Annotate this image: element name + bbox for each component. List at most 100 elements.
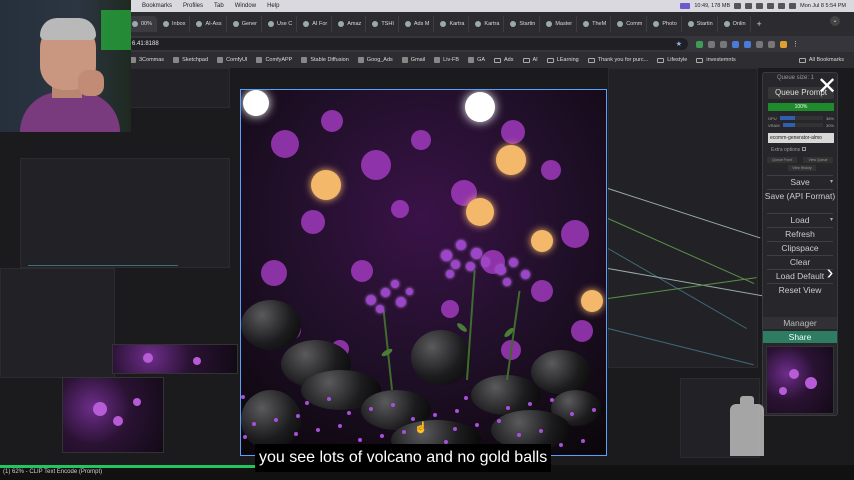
browser-tab[interactable]: Onlin [720, 16, 751, 32]
battery-icon[interactable] [756, 3, 764, 9]
manager-button[interactable]: Manager [763, 317, 837, 329]
petal [252, 422, 256, 426]
browser-tab[interactable]: Startin [506, 16, 541, 32]
bookmark-item[interactable]: Sketchpad [173, 57, 208, 63]
menubar-item[interactable]: Profiles [183, 3, 203, 9]
view-queue-button[interactable]: View Queue [803, 157, 833, 163]
bokeh-light [321, 110, 343, 132]
browser-tab[interactable]: AI For [299, 16, 333, 32]
bookmark-item[interactable]: Goog_Ads [357, 57, 393, 63]
queue-front-button[interactable]: Queue Front [767, 157, 797, 163]
extension-icon[interactable] [708, 40, 715, 48]
search-icon[interactable] [778, 3, 786, 9]
favicon-icon [196, 21, 203, 27]
vram-meter: VRAM 30% [768, 122, 834, 128]
bookmark-item[interactable]: Ads [494, 57, 514, 63]
petal [380, 434, 384, 438]
extension-icon[interactable] [744, 40, 751, 48]
browser-tab[interactable]: Master [542, 16, 578, 32]
browser-tab[interactable]: Comm [613, 16, 648, 32]
save-button[interactable]: Save ▾ [763, 177, 837, 187]
url-input[interactable]: 6.41:8188 ★ [128, 38, 688, 50]
bookmark-item[interactable]: Gmail [401, 57, 425, 63]
browser-tab[interactable]: Inbox [159, 16, 191, 32]
tab-label: AI For [312, 21, 328, 27]
favicon-icon [510, 21, 517, 27]
cloud-icon[interactable] [745, 3, 753, 9]
control-center-icon[interactable] [789, 3, 797, 9]
browser-tab[interactable]: AI-Ass [192, 16, 227, 32]
screen-record-icon[interactable] [680, 3, 691, 9]
graph-node[interactable] [0, 268, 115, 378]
bookmark-item[interactable]: Stable Diffusion [301, 57, 349, 63]
bookmark-favicon-icon [468, 57, 475, 63]
extra-options-toggle[interactable]: Extra options [771, 147, 807, 153]
browser-tab[interactable]: Startin [684, 16, 718, 32]
browser-tab[interactable]: Photo [649, 16, 682, 32]
image-thumbnail[interactable] [62, 377, 164, 453]
browser-tab[interactable]: 00% [128, 16, 158, 32]
puzzle-icon[interactable] [756, 40, 763, 48]
lightbox-image[interactable] [240, 89, 607, 456]
new-tab-button[interactable]: + [757, 19, 762, 29]
favicon-icon [404, 21, 411, 27]
bokeh-light [581, 290, 603, 312]
chevron-down-icon[interactable]: ⌄ [830, 16, 840, 26]
close-icon[interactable]: ✕ [816, 75, 838, 99]
bookmark-favicon-icon [256, 57, 263, 63]
bookmark-item[interactable]: investemnts [696, 57, 736, 63]
menubar-item[interactable]: Tab [214, 3, 224, 9]
pen-icon[interactable] [734, 3, 742, 9]
bookmark-item[interactable]: 3Commas [130, 57, 164, 63]
extension-icon[interactable] [732, 40, 739, 48]
save-api-button[interactable]: Save (API Format) [763, 191, 837, 201]
browser-tab[interactable]: Ads M [401, 16, 435, 32]
bookmark-item[interactable]: ComfyUI [217, 57, 247, 63]
menubar-item[interactable]: Bookmarks [142, 3, 172, 9]
browser-tab[interactable]: TSHI [368, 16, 399, 32]
bookmark-item[interactable]: ComfyAPP [256, 57, 292, 63]
reset-view-button[interactable]: Reset View [763, 285, 837, 295]
refresh-button[interactable]: Refresh [763, 229, 837, 239]
status-text: (1) 62% - CLIP Text Encode (Prompt) [3, 469, 103, 475]
menubar-item[interactable]: Window [235, 3, 256, 9]
load-button[interactable]: Load ▾ [763, 215, 837, 225]
favicon-icon [653, 21, 660, 27]
wifi-icon[interactable] [767, 3, 775, 9]
clipspace-button[interactable]: Clipspace [763, 243, 837, 253]
browser-tab[interactable]: Kartra [471, 16, 505, 32]
all-bookmarks[interactable]: All Bookmarks [798, 57, 854, 63]
petal [402, 430, 406, 434]
bookmark-item[interactable]: GA [468, 57, 485, 63]
chevron-right-icon[interactable]: › [822, 263, 838, 283]
petal [464, 396, 468, 400]
menubar-item[interactable]: Help [267, 3, 279, 9]
image-thumbnail[interactable] [112, 344, 238, 374]
petal [433, 413, 437, 417]
browser-tab[interactable]: Use C [264, 16, 298, 32]
queue-preview-thumbnail[interactable] [766, 346, 834, 414]
bookmark-item[interactable]: Liv-FB [434, 57, 459, 63]
bookmark-item[interactable]: LEarning [546, 57, 579, 63]
view-history-button[interactable]: View History [788, 165, 816, 171]
browser-tab[interactable]: Gener [229, 16, 262, 32]
flower-blossom [406, 288, 413, 295]
kebab-menu-icon[interactable]: ⋮ [792, 40, 799, 48]
browser-tab[interactable]: Amaz [334, 16, 367, 32]
profile-icon[interactable] [780, 40, 787, 48]
extension-icon[interactable] [720, 40, 727, 48]
star-icon[interactable]: ★ [676, 40, 682, 48]
browser-tab[interactable]: Kartra [436, 16, 470, 32]
bookmark-item[interactable]: Thank you for purc... [587, 57, 648, 63]
graph-node[interactable] [20, 158, 230, 268]
extension-icon[interactable] [696, 40, 703, 48]
sidepanel-icon[interactable] [768, 40, 775, 48]
clock[interactable]: Mon Jul 8 5:54 PM [800, 3, 846, 9]
share-button[interactable]: Share [763, 331, 837, 343]
browser-tab[interactable]: TheM [579, 16, 612, 32]
flower-blossom [396, 297, 406, 307]
bookmark-item[interactable]: Lifestyle [657, 57, 687, 63]
bookmark-item[interactable]: AI [522, 57, 538, 63]
workflow-select[interactable]: ecomm-generator-almo [768, 133, 834, 143]
petal [570, 412, 574, 416]
